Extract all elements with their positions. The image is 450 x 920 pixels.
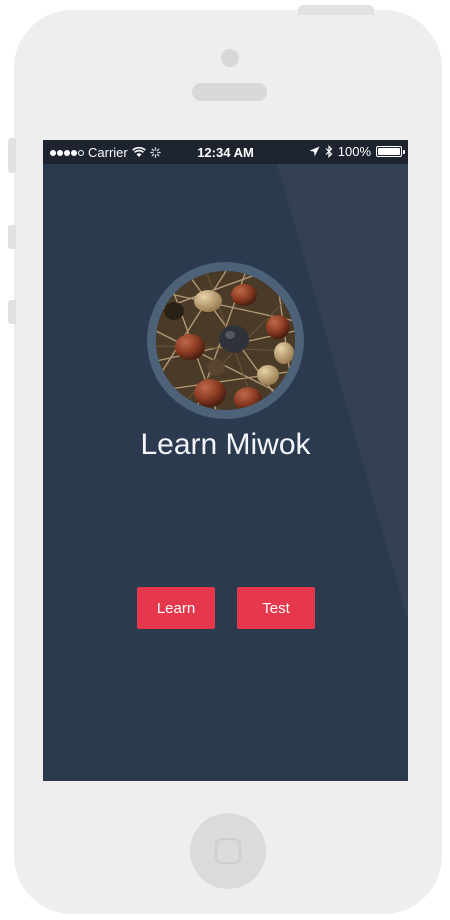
app-screen: Carrier 12:34 AM 100% Learn Miwok Learn …: [43, 140, 408, 781]
volume-down-button: [8, 300, 16, 324]
test-button[interactable]: Test: [237, 587, 315, 629]
home-button[interactable]: [190, 813, 266, 889]
battery-icon: [376, 146, 405, 157]
app-title: Learn Miwok: [140, 428, 311, 461]
acorns-photo: [156, 271, 295, 410]
status-right: 100%: [309, 144, 405, 159]
learn-button[interactable]: Learn: [137, 587, 215, 629]
power-button: [298, 5, 374, 15]
earpiece-speaker: [192, 83, 267, 101]
acorns-logo: [147, 262, 304, 419]
front-camera: [221, 49, 239, 67]
volume-up-button: [8, 225, 16, 249]
location-arrow-icon: [309, 146, 320, 157]
home-square-icon: [215, 838, 241, 864]
mute-switch: [8, 138, 16, 173]
battery-percent: 100%: [337, 144, 371, 159]
status-bar: Carrier 12:34 AM 100%: [43, 140, 408, 164]
bluetooth-icon: [325, 145, 333, 158]
